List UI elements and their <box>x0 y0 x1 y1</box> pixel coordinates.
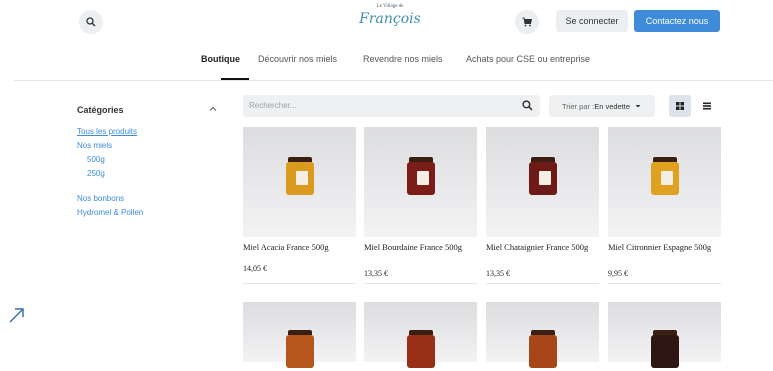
category-nos-miels[interactable]: Nos miels <box>77 141 112 150</box>
grid-view-button[interactable] <box>669 95 691 117</box>
product-image[interactable] <box>486 302 599 368</box>
search-icon <box>86 17 96 27</box>
header-search-button[interactable] <box>79 10 103 34</box>
main-nav: Boutique Découvrir nos miels Revendre no… <box>0 54 773 68</box>
nav-item-resell[interactable]: Revendre nos miels <box>363 54 443 64</box>
site-logo[interactable]: Le Village de François <box>350 3 430 35</box>
category-250g[interactable]: 250g <box>87 169 105 178</box>
categories-title: Catégories <box>77 105 124 115</box>
login-button[interactable]: Se connecter <box>556 10 628 32</box>
product-price: 9,95 € <box>608 269 628 278</box>
contact-button[interactable]: Contactez nous <box>634 10 720 32</box>
card-divider <box>486 283 599 284</box>
product-name[interactable]: Miel Chataignier France 500g <box>486 242 599 253</box>
grid-view-icon <box>676 102 684 110</box>
card-divider <box>364 283 477 284</box>
sort-dropdown[interactable]: Trier par : En vedette <box>549 95 655 117</box>
product-image[interactable] <box>364 127 477 237</box>
product-price: 13,35 € <box>364 269 388 278</box>
product-name[interactable]: Miel Citronnier Espagne 500g <box>608 242 721 253</box>
logo-tagline: Le Village de <box>376 4 404 9</box>
cart-button[interactable] <box>515 10 539 34</box>
product-search[interactable]: Rechercher... <box>243 95 540 117</box>
arrow-icon <box>9 308 24 323</box>
product-price: 13,35 € <box>486 269 510 278</box>
product-image[interactable] <box>486 127 599 237</box>
card-divider <box>608 283 721 284</box>
list-view-button[interactable] <box>696 95 718 117</box>
product-image[interactable] <box>243 127 356 237</box>
category-all-products[interactable]: Tous les produits <box>77 127 137 136</box>
category-hydromel-pollen[interactable]: Hydromel & Pollen <box>77 208 143 217</box>
card-divider <box>243 283 356 284</box>
cart-icon <box>522 17 532 27</box>
caret-down-icon <box>635 105 641 108</box>
search-placeholder: Rechercher... <box>249 101 297 110</box>
list-view-icon <box>703 102 711 110</box>
product-name[interactable]: Miel Bourdaine France 500g <box>364 242 477 253</box>
product-name[interactable]: Miel Acacia France 500g <box>243 242 356 253</box>
nav-divider <box>14 80 773 81</box>
category-bonbons[interactable]: Nos bonbons <box>77 194 124 203</box>
chevron-up-icon[interactable] <box>207 103 219 115</box>
product-image[interactable] <box>608 302 721 368</box>
nav-item-cse[interactable]: Achats pour CSE ou entreprise <box>466 54 590 64</box>
product-price: 14,05 € <box>243 264 267 273</box>
category-500g[interactable]: 500g <box>87 155 105 164</box>
product-image[interactable] <box>608 127 721 237</box>
logo-name: François <box>359 11 421 27</box>
sort-prefix: Trier par : <box>561 101 595 111</box>
nav-item-boutique[interactable]: Boutique <box>201 54 240 64</box>
nav-item-discover[interactable]: Découvrir nos miels <box>258 54 337 64</box>
product-image[interactable] <box>364 302 477 368</box>
product-image[interactable] <box>243 302 356 368</box>
sort-value: En vedette <box>594 101 631 111</box>
search-icon[interactable] <box>522 100 533 111</box>
